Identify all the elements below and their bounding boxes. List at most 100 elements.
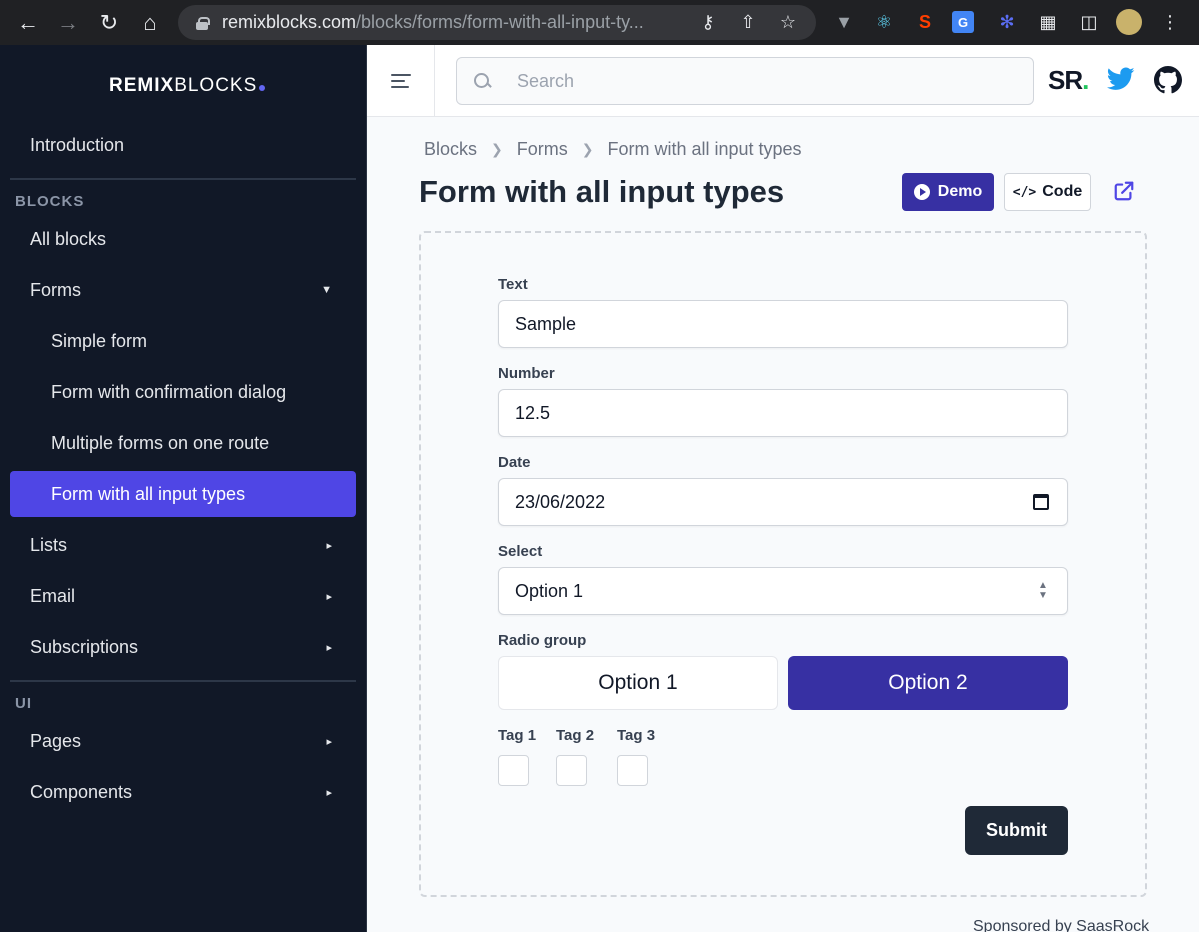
search-icon — [473, 72, 491, 90]
page-title: Form with all input types — [419, 174, 785, 209]
saasrock-logo[interactable]: SR. — [1048, 65, 1089, 96]
url-text: remixblocks.com/blocks/forms/form-with-a… — [222, 12, 688, 33]
calendar-icon[interactable] — [1033, 494, 1049, 510]
home-icon[interactable]: ⌂ — [130, 0, 170, 45]
svelte-extension-icon[interactable]: S — [911, 8, 939, 36]
twitter-icon[interactable] — [1107, 67, 1135, 91]
radio-option-label: Option 2 — [888, 671, 968, 694]
number-input-value: 12.5 — [515, 402, 551, 423]
text-input[interactable]: Sample — [498, 300, 1068, 348]
sidebar-item-subscriptions[interactable]: Subscriptions ▸ — [10, 624, 356, 670]
sr-logo-dot: . — [1082, 65, 1089, 95]
reload-icon[interactable]: ↻ — [89, 0, 129, 45]
react-extension-icon[interactable]: ⚛ — [870, 8, 898, 36]
key-icon[interactable]: ⚷ — [688, 12, 728, 33]
sidebar-item-components[interactable]: Components ▸ — [10, 769, 356, 815]
sidebar-item-label: Introduction — [30, 134, 125, 155]
sidebar-toggle-icon[interactable]: ◫ — [1075, 8, 1103, 36]
tag-3-label: Tag 3 — [617, 727, 656, 744]
radio-option-label: Option 1 — [598, 671, 678, 694]
remixblocks-logo[interactable]: REMIXBLOCKS — [109, 75, 266, 97]
tag-1-checkbox[interactable] — [498, 755, 529, 786]
tag-3-checkbox[interactable] — [617, 755, 648, 786]
caret-right-icon: ▸ — [326, 641, 332, 654]
code-button-label: Code — [1042, 183, 1083, 200]
sidebar-heading-ui: UI — [15, 695, 32, 712]
play-icon — [913, 184, 930, 200]
logo-bold-text: REMIX — [109, 75, 175, 96]
tag-2-checkbox[interactable] — [556, 755, 587, 786]
sidebar-item-email[interactable]: Email ▸ — [10, 573, 356, 619]
sidebar-item-label: Form with all input types — [51, 483, 246, 504]
number-input[interactable]: 12.5 — [498, 389, 1068, 437]
tag-2-label: Tag 2 — [556, 727, 595, 744]
sr-logo-text: SR — [1048, 65, 1083, 95]
translate-extension-icon[interactable]: G — [952, 11, 974, 33]
number-field-label: Number — [498, 365, 555, 382]
sidebar-item-label: Forms — [30, 279, 81, 300]
sidebar-item-label: Form with confirmation dialog — [51, 381, 287, 402]
menu-toggle-button[interactable] — [367, 45, 435, 117]
sidebar-item-forms[interactable]: Forms ▼ — [10, 267, 356, 313]
submit-button-label: Submit — [986, 820, 1047, 840]
address-bar[interactable]: remixblocks.com/blocks/forms/form-with-a… — [178, 5, 816, 40]
select-dropdown[interactable]: Option 1 ▲ ▼ — [498, 567, 1068, 615]
code-icon: </> — [1012, 184, 1037, 200]
extensions-puzzle-icon[interactable]: ▦ — [1034, 8, 1062, 36]
breadcrumb-forms[interactable]: Forms — [517, 139, 568, 160]
date-input-value: 23/06/2022 — [515, 491, 606, 512]
text-input-value: Sample — [515, 313, 577, 334]
vue-extension-icon[interactable]: ▼ — [830, 8, 858, 36]
sidebar-item-label: Subscriptions — [30, 636, 139, 657]
menu-icon — [390, 70, 411, 92]
sidebar-item-simple-form[interactable]: Simple form — [10, 318, 356, 364]
sidebar-divider — [10, 680, 356, 682]
asterisk-extension-icon[interactable]: ✻ — [993, 8, 1021, 36]
chevron-right-icon: ❯ — [581, 141, 594, 157]
sidebar-item-label: Multiple forms on one route — [51, 432, 270, 453]
caret-down-icon: ▼ — [321, 284, 332, 296]
profile-avatar[interactable] — [1116, 9, 1142, 35]
code-button[interactable]: </> Code — [1004, 173, 1091, 211]
url-host: remixblocks.com — [222, 12, 357, 32]
github-icon[interactable] — [1154, 66, 1182, 94]
submit-button[interactable]: Submit — [965, 806, 1068, 855]
date-field-label: Date — [498, 454, 531, 471]
tag-1-label: Tag 1 — [498, 727, 537, 744]
select-value: Option 1 — [515, 580, 584, 601]
caret-right-icon: ▸ — [326, 786, 332, 799]
sponsor-text[interactable]: Sponsored by SaasRock — [973, 918, 1149, 932]
sidebar-heading-blocks: BLOCKS — [15, 193, 85, 210]
date-input[interactable]: 23/06/2022 — [498, 478, 1068, 526]
bookmark-star-icon[interactable]: ☆ — [768, 12, 808, 33]
caret-right-icon: ▸ — [326, 735, 332, 748]
browser-menu-icon[interactable]: ⋮ — [1156, 8, 1184, 36]
sidebar-item-form-confirmation-dialog[interactable]: Form with confirmation dialog — [10, 369, 356, 415]
breadcrumb-current[interactable]: Form with all input types — [607, 139, 801, 160]
sidebar-item-label: Simple form — [51, 330, 148, 351]
radio-option-1[interactable]: Option 1 — [498, 656, 778, 710]
sidebar-item-form-all-input-types[interactable]: Form with all input types — [10, 471, 356, 517]
back-arrow-icon[interactable]: ← — [8, 0, 48, 45]
logo-light-text: BLOCKS — [174, 75, 258, 96]
sidebar-item-label: Lists — [30, 534, 68, 555]
sidebar-item-label: Email — [30, 585, 76, 606]
radio-option-2[interactable]: Option 2 — [788, 656, 1068, 710]
search-input[interactable] — [517, 70, 997, 92]
search-box[interactable] — [456, 57, 1034, 105]
radio-group-label: Radio group — [498, 632, 587, 649]
caret-right-icon: ▸ — [326, 590, 332, 603]
forward-arrow-icon[interactable]: → — [48, 0, 88, 45]
sidebar-item-pages[interactable]: Pages ▸ — [10, 718, 356, 764]
breadcrumb-blocks[interactable]: Blocks — [424, 139, 477, 160]
share-icon[interactable]: ⇧ — [728, 12, 768, 33]
browser-toolbar: ← → ↻ ⌂ remixblocks.com/blocks/forms/for… — [0, 0, 1199, 45]
sidebar-item-label: Pages — [30, 730, 82, 751]
demo-button[interactable]: Demo — [902, 173, 994, 211]
sidebar-item-multiple-forms[interactable]: Multiple forms on one route — [10, 420, 356, 466]
external-link-icon[interactable] — [1113, 180, 1135, 202]
sidebar-item-introduction[interactable]: Introduction — [10, 122, 356, 168]
sidebar-item-label: All blocks — [30, 228, 107, 249]
sidebar-item-lists[interactable]: Lists ▸ — [10, 522, 356, 568]
sidebar-item-all-blocks[interactable]: All blocks — [10, 216, 356, 262]
